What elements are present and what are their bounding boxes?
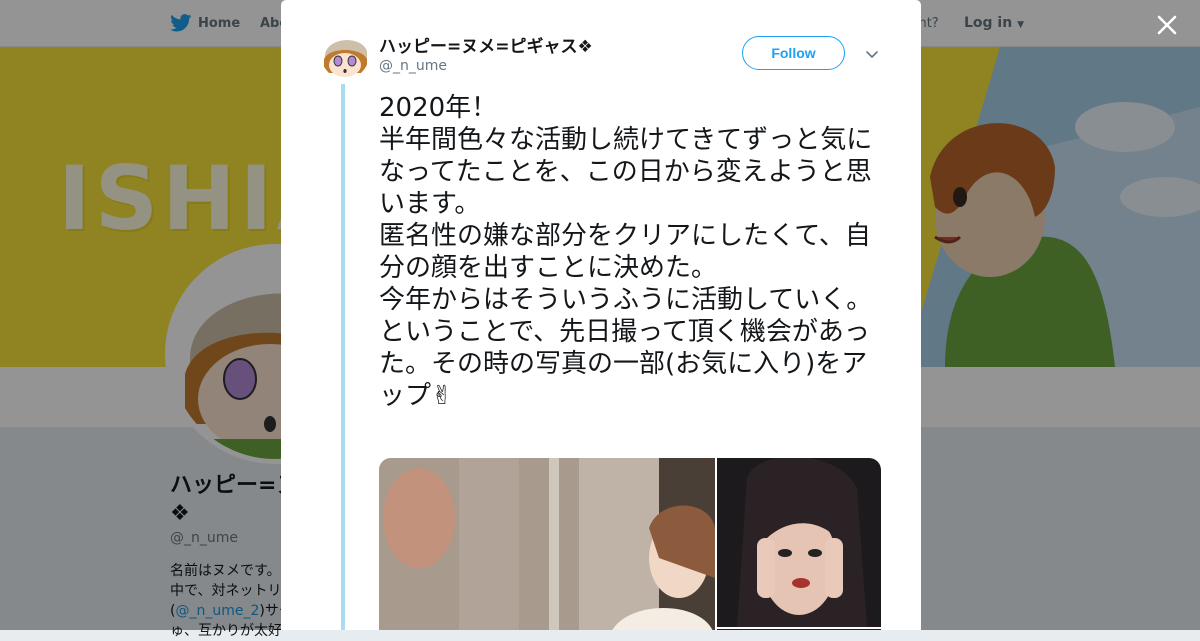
tweet-modal: ハッピー=ヌメ=ピギャス❖ @_n_ume Follow 2020年！ 半年間色… [281,0,921,630]
cartoon-avatar-image [321,31,369,79]
chevron-down-icon[interactable] [864,46,880,62]
follow-button[interactable]: Follow [742,36,845,70]
tweet-author-handle[interactable]: @_n_ume [379,58,447,74]
close-icon[interactable] [1153,11,1181,39]
tweet-author-name[interactable]: ハッピー=ヌメ=ピギャス❖ [379,32,593,57]
tweet-text: 2020年！ 半年間色々な活動し続けてきてずっと気になってたことを、この日から変… [379,93,873,411]
tweet-author-avatar[interactable] [321,31,369,79]
tweet-photo-1[interactable] [379,458,715,630]
thread-line [341,84,345,630]
tweet-photo-2[interactable] [717,458,881,627]
tweet-media-grid [379,458,881,630]
